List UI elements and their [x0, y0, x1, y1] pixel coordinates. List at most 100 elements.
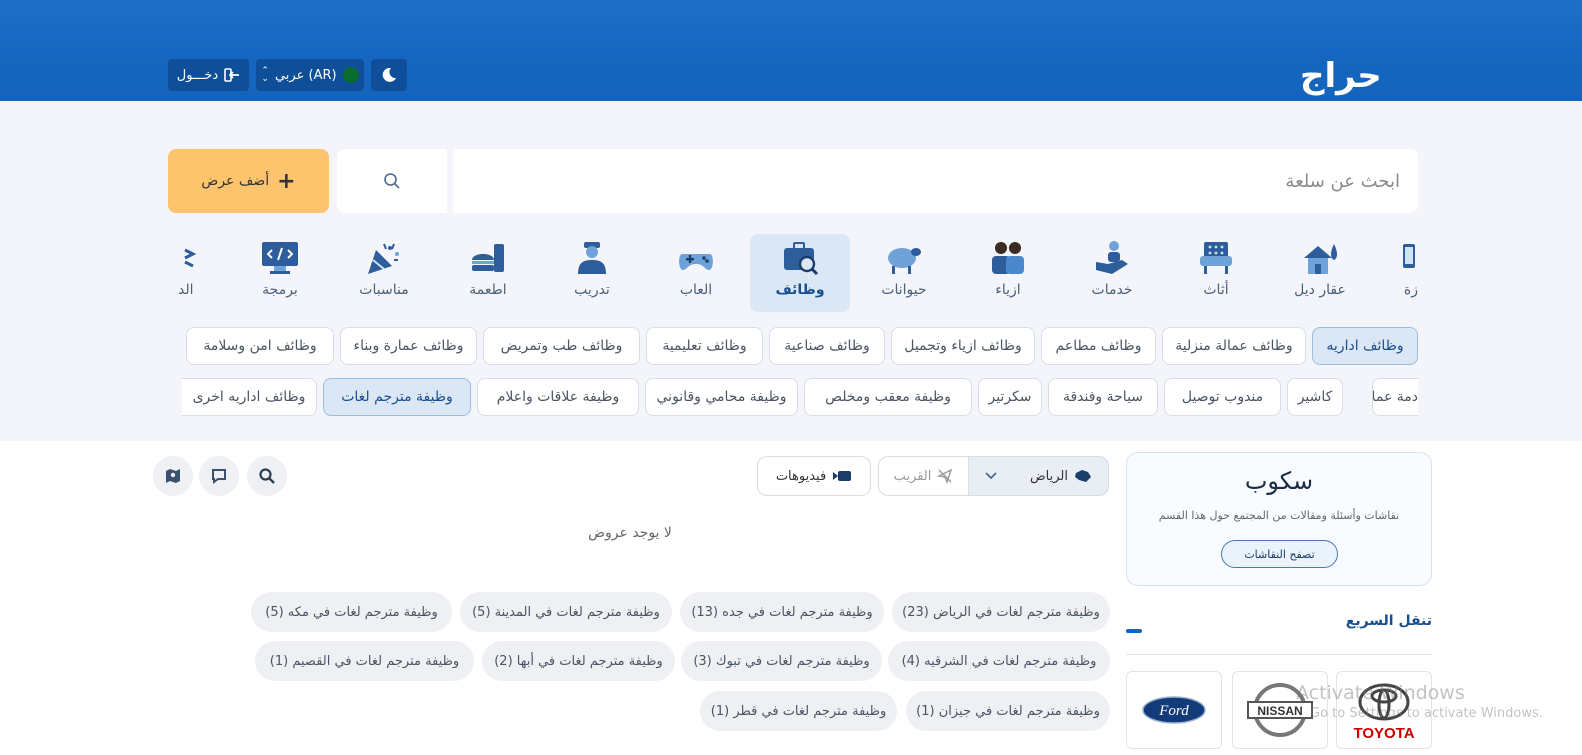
subcat-cashier[interactable]: كاشير — [1287, 378, 1343, 416]
windows-activation-hint: Go to Settings to activate Windows. — [1310, 706, 1543, 721]
category-training[interactable]: تدريب — [542, 234, 642, 312]
moon-icon — [382, 67, 396, 82]
city-selector[interactable]: الرياض — [968, 456, 1109, 496]
subcat-customer-service[interactable]: دمة عملاء — [1372, 378, 1418, 416]
party-icon — [368, 243, 399, 274]
quick-nav-accent — [1126, 629, 1142, 633]
nearby-toggle[interactable]: القريب — [878, 456, 969, 496]
category-label: زة — [1403, 282, 1418, 298]
category-label: برمجة — [262, 282, 298, 298]
empty-results-message: لا يوجد عروض — [588, 525, 672, 541]
ford-logo-icon: Ford — [1142, 696, 1206, 724]
city-label: الرياض — [1029, 468, 1068, 484]
subcat-domestic-jobs[interactable]: وظائف عمالة منزلية — [1162, 327, 1306, 365]
subcat-clearance[interactable]: وظيفة معقب ومخلص — [804, 378, 972, 416]
search-button[interactable] — [337, 149, 447, 213]
subcat-translator[interactable]: وظيفة مترجم لغات — [323, 378, 471, 416]
location-tag[interactable]: وظيفة مترجم لغات في أبها (2) — [482, 641, 675, 681]
sqoop-description: نقاشات وأسئلة ومقالات من المجتمع حول هذا… — [1158, 509, 1400, 522]
sqoop-panel: سكوب نقاشات وأسئلة ومقالات من المجتمع حو… — [1126, 452, 1432, 586]
category-fashion[interactable]: ازياء — [958, 234, 1058, 312]
plus-icon: + — [277, 168, 296, 194]
subcat-restaurant-jobs[interactable]: وظائف مطاعم — [1041, 327, 1156, 365]
location-tag[interactable]: وظيفة مترجم لغات في جيزان (1) — [906, 691, 1110, 731]
videos-filter[interactable]: فيديوهات — [757, 456, 871, 496]
location-tag[interactable]: وظيفة مترجم لغات في تبوك (3) — [681, 641, 882, 681]
gamepad-icon — [679, 254, 713, 270]
chevron-updown-icon: ⌃ ⌄ — [261, 66, 269, 84]
language-selector[interactable]: ⌃ ⌄ عربي (AR) — [256, 59, 364, 91]
saudi-map-icon — [1075, 470, 1091, 482]
location-tag[interactable]: وظيفة مترجم لغات في الرياض (23) — [892, 592, 1110, 632]
category-partial[interactable]: الد — [178, 234, 202, 312]
category-programming[interactable]: برمجة — [230, 234, 330, 312]
subcat-delivery[interactable]: مندوب توصيل — [1164, 378, 1281, 416]
subcat-fashion-jobs[interactable]: وظائف ازياء وتجميل — [891, 327, 1035, 365]
subcat-other-admin[interactable]: وظائف اداريه اخرى — [182, 378, 317, 416]
subcat-construction-jobs[interactable]: وظائف عمارة وبناء — [340, 327, 477, 365]
browse-discussions-button[interactable]: تصفح النقاشات — [1221, 540, 1338, 568]
saudi-flag-icon — [342, 67, 359, 83]
video-camera-icon — [833, 471, 852, 481]
brand-ford[interactable]: Ford — [1126, 671, 1222, 749]
partial-icon — [184, 248, 197, 268]
brand-label: TOYOTA — [1353, 725, 1414, 742]
search-icon — [384, 173, 400, 189]
category-real-estate[interactable]: عقار ديل — [1270, 234, 1370, 312]
dark-mode-toggle[interactable] — [371, 59, 407, 91]
location-tag[interactable]: وظيفة مترجم لغات في المدينة (5) — [460, 592, 672, 632]
subcat-lawyer[interactable]: وظيفة محامي وقانوني — [645, 378, 798, 416]
subcat-medical-jobs[interactable]: وظائف طب وتمريض — [483, 327, 640, 365]
subcat-secretary[interactable]: سكرتير — [978, 378, 1042, 416]
add-offer-button[interactable]: أضف عرض + — [168, 149, 329, 213]
language-label: عربي (AR) — [274, 67, 337, 83]
trainer-icon — [578, 242, 606, 274]
location-tag[interactable]: وظيفة مترجم لغات في جده (13) — [680, 592, 884, 632]
location-tag[interactable]: وظيفة مترجم لغات في القصيم (1) — [255, 641, 474, 681]
location-tag[interactable]: وظيفة مترجم لغات في مكه (5) — [251, 592, 452, 632]
comments-button[interactable] — [199, 456, 239, 496]
map-button[interactable] — [153, 456, 193, 496]
top-header: حراج دخـــول ⌃ ⌄ عربي (AR) — [0, 0, 1582, 101]
category-furniture[interactable]: أثاث — [1166, 234, 1266, 312]
category-services[interactable]: خدمات — [1062, 234, 1162, 312]
site-logo[interactable]: حراج — [1300, 56, 1382, 96]
category-jobs[interactable]: وظائف — [750, 234, 850, 312]
category-label: عقار ديل — [1294, 282, 1346, 298]
map-icon — [166, 469, 180, 483]
subcat-tourism[interactable]: سياحة وفندقة — [1048, 378, 1158, 416]
service-hand-icon — [1096, 241, 1128, 274]
category-food[interactable]: اطعمة — [438, 234, 538, 312]
search-input[interactable] — [453, 149, 1418, 213]
search-filter-button[interactable] — [247, 456, 287, 496]
subcat-pr-media[interactable]: وظيفة علاقات واعلام — [477, 378, 639, 416]
people-icon — [992, 242, 1024, 274]
windows-activation-watermark: Activate Windows — [1296, 682, 1465, 704]
category-label: الد — [178, 282, 194, 298]
category-label: اطعمة — [469, 282, 507, 298]
subcat-admin-jobs[interactable]: وظائف اداريه — [1312, 327, 1418, 365]
subcat-industrial-jobs[interactable]: وظائف صناعية — [769, 327, 885, 365]
brand-label: NISSAN — [1257, 704, 1302, 718]
location-tag[interactable]: وظيفة مترجم لغات في الشرقيه (4) — [888, 641, 1110, 681]
location-tag[interactable]: وظيفة مترجم لغات في قطر (1) — [700, 691, 897, 731]
food-icon — [472, 244, 504, 272]
videos-label: فيديوهات — [775, 468, 827, 484]
chevron-down-icon — [985, 472, 997, 480]
login-icon — [224, 68, 240, 82]
subcat-security-jobs[interactable]: وظائف امن وسلامة — [186, 327, 334, 365]
category-games[interactable]: العاب — [646, 234, 746, 312]
house-icon — [1304, 244, 1337, 274]
subcat-education-jobs[interactable]: وظائف تعليمية — [646, 327, 763, 365]
add-offer-label: أضف عرض — [201, 173, 270, 189]
category-events[interactable]: مناسبات — [334, 234, 434, 312]
login-button[interactable]: دخـــول — [168, 59, 249, 91]
category-label: حيوانات — [881, 282, 927, 298]
category-label: ازياء — [995, 282, 1021, 298]
device-icon — [1403, 244, 1415, 268]
quick-nav-title: تنقل السريع — [1345, 613, 1432, 629]
category-devices[interactable]: زة — [1374, 234, 1424, 312]
category-label: تدريب — [574, 282, 610, 298]
location-off-icon — [937, 468, 953, 484]
category-animals[interactable]: حيوانات — [854, 234, 954, 312]
